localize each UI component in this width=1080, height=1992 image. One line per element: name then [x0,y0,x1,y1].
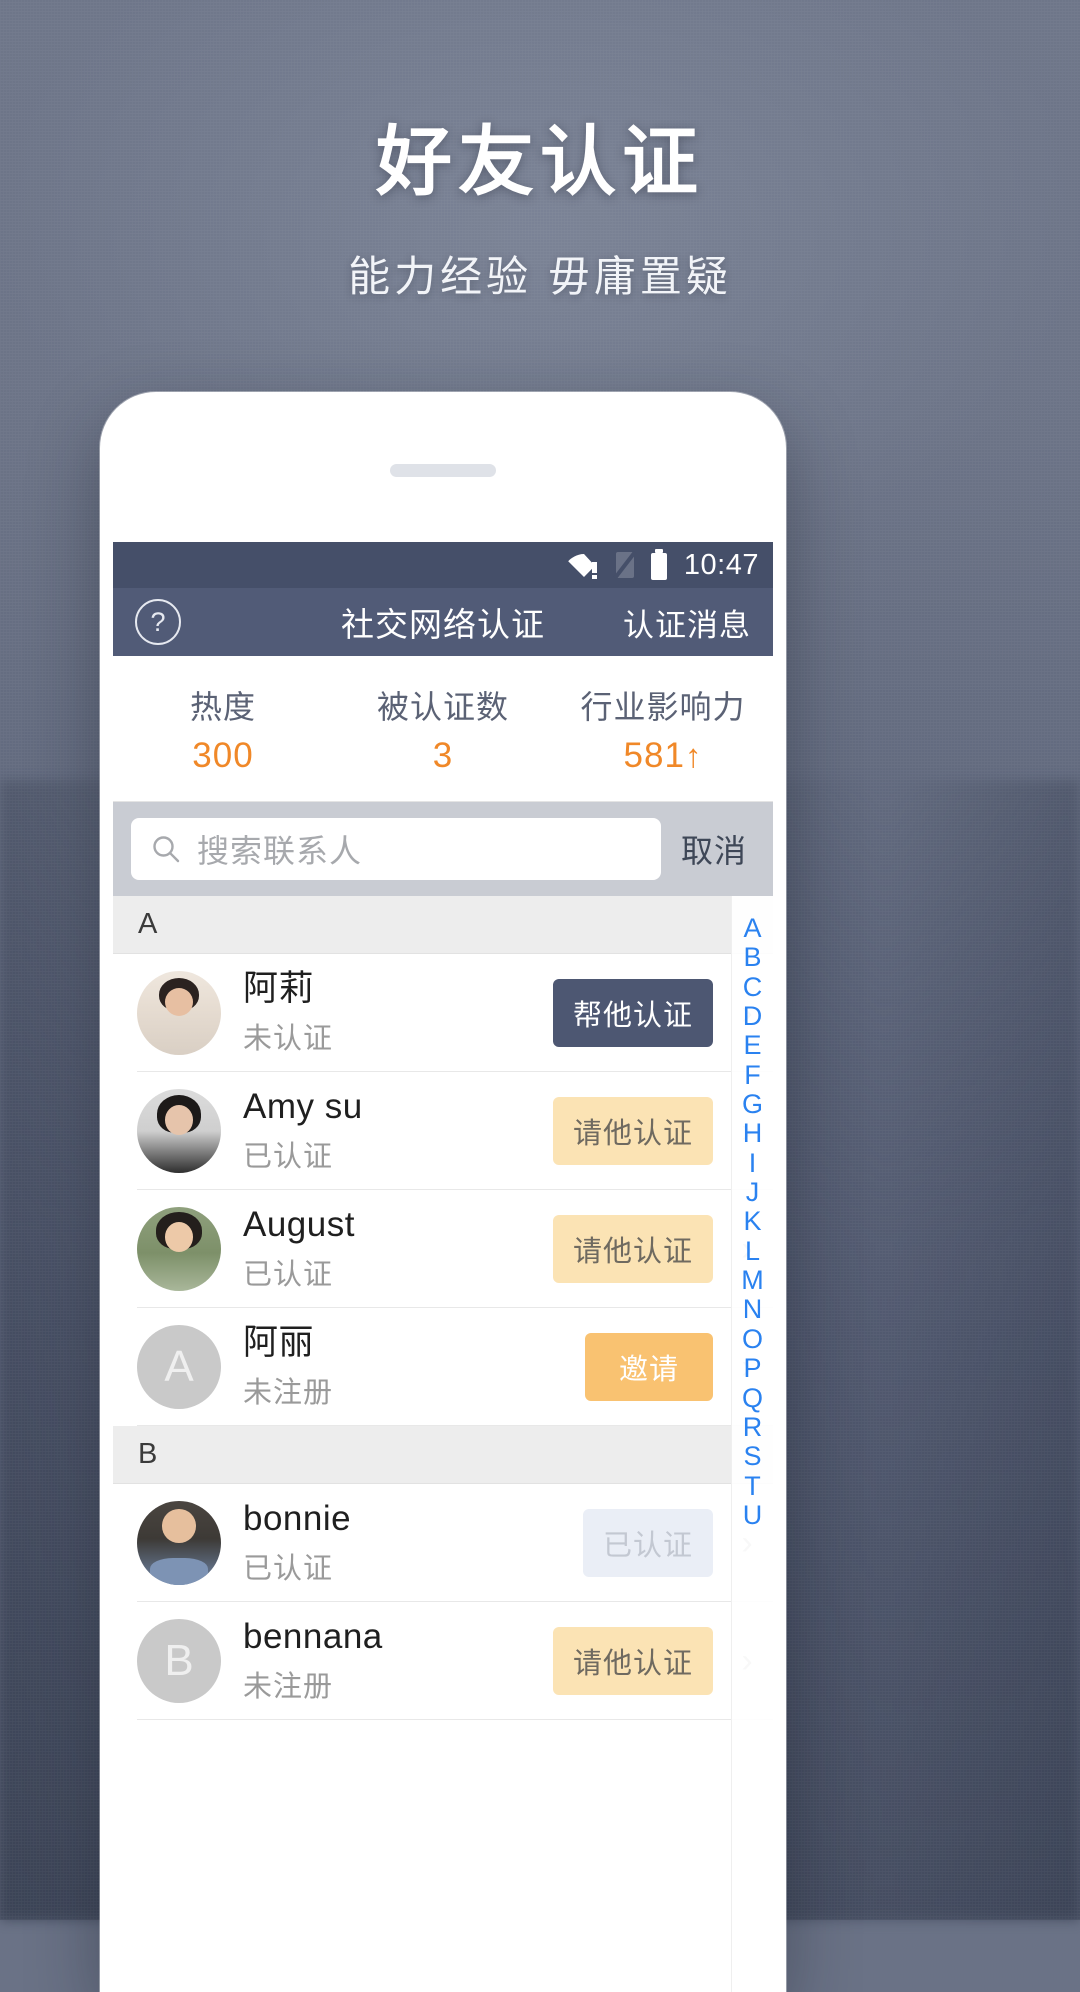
stat-value: 3 [333,736,553,776]
contact-row[interactable]: August已认证请他认证› [113,1190,773,1308]
index-letter-u[interactable]: U [743,1501,763,1530]
search-input[interactable]: 搜索联系人 [131,818,661,880]
stat-heat[interactable]: 热度 300 [113,682,333,776]
index-letter-k[interactable]: K [743,1207,761,1236]
signal-off-icon [613,550,637,580]
contact-status: 已认证 [243,1140,334,1173]
search-cancel-button[interactable]: 取消 [675,826,757,872]
index-letter-l[interactable]: L [745,1236,760,1265]
contact-name: 阿丽 [243,1323,315,1363]
wifi-warning-icon [568,554,597,579]
stat-value: 581↑ [553,736,773,776]
stat-label: 行业影响力 [580,688,746,725]
contact-status: 已认证 [243,1258,334,1291]
index-letter-a[interactable]: A [743,914,761,943]
search-placeholder: 搜索联系人 [197,833,363,869]
phone-screen: 10:47 ? 社交网络认证 认证消息 热度 300 被认证数 3 行业影响力 … [113,542,773,1992]
index-letter-h[interactable]: H [743,1119,763,1148]
contact-row[interactable]: bonnie已认证已认证› [113,1484,773,1602]
avatar-photo [137,1207,221,1291]
search-bar: 搜索联系人 取消 [113,802,773,896]
index-letter-t[interactable]: T [744,1471,761,1500]
contact-row[interactable]: A阿丽未注册邀请› [113,1308,773,1426]
contact-row[interactable]: Amy su已认证请他认证› [113,1072,773,1190]
index-letter-q[interactable]: Q [742,1383,763,1412]
contact-meta: 阿莉 未认证 [243,969,553,1056]
contact-row[interactable]: Bbennana未注册请他认证› [113,1602,773,1720]
index-letter-e[interactable]: E [743,1031,761,1060]
contact-list-wrapper: A阿莉未认证帮他认证›Amy su已认证请他认证›August已认证请他认证›A… [113,896,773,1992]
avatar [137,1089,221,1173]
avatar-photo [137,1501,221,1585]
question-mark-icon[interactable]: ? [135,599,181,645]
stat-arrow: ↑ [684,736,703,774]
search-icon [153,836,180,863]
avatar [137,1501,221,1585]
contact-name: bonnie [243,1499,352,1539]
index-letter-f[interactable]: F [744,1060,761,1089]
index-letter-b[interactable]: B [743,943,761,972]
contact-meta: Amy su 已认证 [243,1087,553,1174]
stats-row: 热度 300 被认证数 3 行业影响力 581↑ [113,656,773,802]
index-letter-s[interactable]: S [743,1442,761,1471]
stat-number: 3 [432,735,454,775]
index-letter-p[interactable]: P [743,1354,761,1383]
action-button-ask[interactable]: 请他认证 [552,1097,713,1165]
avatar-photo [137,971,221,1055]
section-header-b: B [113,1426,773,1484]
action-button-done: 已认证 [582,1509,713,1577]
index-letter-j[interactable]: J [746,1178,760,1207]
contact-name: Amy su [243,1087,363,1127]
page-subtitle: 能力经验 毋庸置疑 [348,253,732,301]
index-letter-g[interactable]: G [742,1090,763,1119]
avatar [137,971,221,1055]
alphabet-index[interactable]: ABCDEFGHIJKLMNOPQRSTU [731,896,773,1992]
section-header-a: A [113,896,773,954]
contact-name: 阿莉 [243,969,315,1009]
action-button-ask[interactable]: 请他认证 [552,1627,713,1695]
index-letter-i[interactable]: I [749,1148,757,1177]
contact-row[interactable]: 阿莉未认证帮他认证› [113,954,773,1072]
avatar [137,1207,221,1291]
avatar-initial: A [137,1325,221,1409]
action-button-invite[interactable]: 邀请 [584,1333,713,1401]
hero-text-block: 好友认证 能力经验 毋庸置疑 [0,120,1080,304]
stat-number: 581 [623,735,685,775]
index-letter-c[interactable]: C [743,972,763,1001]
phone-mockup: 10:47 ? 社交网络认证 认证消息 热度 300 被认证数 3 行业影响力 … [100,392,786,1992]
index-letter-d[interactable]: D [743,1002,763,1031]
status-bar-clock: 10:47 [683,548,759,581]
stat-label: 热度 [189,688,256,725]
avatar-initial: B [137,1619,221,1703]
battery-full-icon [650,549,667,580]
avatar-photo [137,1089,221,1173]
action-button-ask[interactable]: 请他认证 [552,1215,713,1283]
status-bar: 10:47 [113,542,773,588]
contact-list[interactable]: A阿莉未认证帮他认证›Amy su已认证请他认证›August已认证请他认证›A… [113,896,773,1992]
contact-status: 未注册 [243,1376,334,1409]
contact-status: 已认证 [243,1552,334,1585]
contact-status: 未认证 [243,1022,334,1055]
stat-value: 300 [113,736,333,776]
stat-number: 300 [192,735,254,775]
index-letter-o[interactable]: O [742,1324,763,1353]
nav-action-auth-messages[interactable]: 认证消息 [623,600,751,645]
action-button-help[interactable]: 帮他认证 [552,979,713,1047]
index-letter-m[interactable]: M [741,1266,764,1295]
contact-meta: August 已认证 [243,1205,553,1292]
nav-bar: ? 社交网络认证 认证消息 [113,588,773,656]
contact-name: August [243,1205,355,1245]
contact-meta: 阿丽 未注册 [243,1323,585,1410]
stat-industry-influence[interactable]: 行业影响力 581↑ [553,682,773,776]
contact-status: 未注册 [243,1670,334,1703]
contact-meta: bennana 未注册 [243,1617,553,1704]
stat-certified-count[interactable]: 被认证数 3 [333,682,553,776]
page-title: 好友认证 [376,120,704,205]
contact-meta: bonnie 已认证 [243,1499,583,1586]
contact-name: bennana [243,1617,383,1657]
index-letter-r[interactable]: R [743,1412,763,1441]
stat-label: 被认证数 [376,688,509,725]
index-letter-n[interactable]: N [743,1295,763,1324]
phone-speaker [390,464,496,477]
